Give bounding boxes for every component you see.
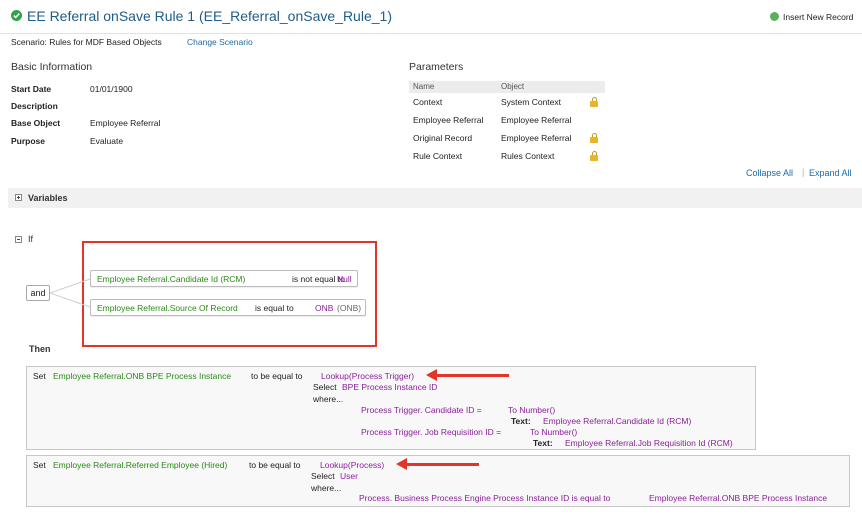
variables-bar[interactable] bbox=[8, 188, 862, 208]
set-field[interactable]: Employee Referral.Referred Employee (Hir… bbox=[53, 460, 227, 470]
highlight-box bbox=[82, 241, 377, 347]
to-number-function[interactable]: To Number() bbox=[508, 405, 555, 415]
condition-value[interactable]: Null bbox=[337, 274, 352, 284]
to-number-function[interactable]: To Number() bbox=[530, 427, 577, 437]
collapse-all-link[interactable]: Collapse All bbox=[746, 168, 793, 178]
set-operator[interactable]: to be equal to bbox=[249, 460, 301, 470]
condition-field[interactable]: Employee Referral.Candidate Id (RCM) bbox=[97, 274, 245, 284]
param-name: Context bbox=[413, 97, 443, 107]
where-keyword: where... bbox=[313, 394, 344, 404]
collapse-minus-icon[interactable] bbox=[15, 236, 22, 243]
condition-field[interactable]: Employee Referral.Source Of Record bbox=[97, 303, 238, 313]
base-object-value: Employee Referral bbox=[90, 118, 161, 128]
variables-label[interactable]: Variables bbox=[28, 193, 68, 203]
lock-icon bbox=[590, 151, 598, 161]
expand-plus-icon[interactable] bbox=[15, 194, 22, 201]
page-title: EE Referral onSave Rule 1 (EE_Referral_o… bbox=[27, 8, 392, 24]
red-arrow bbox=[436, 374, 509, 377]
purpose-label: Purpose bbox=[11, 136, 46, 146]
select-field[interactable]: BPE Process Instance ID bbox=[342, 382, 437, 392]
select-field[interactable]: User bbox=[340, 471, 358, 481]
param-name: Original Record bbox=[413, 133, 473, 143]
expand-all-link[interactable]: Expand All bbox=[809, 168, 852, 178]
condition-row[interactable]: Employee Referral.Source Of Record is eq… bbox=[90, 299, 366, 316]
then-label: Then bbox=[29, 344, 51, 354]
scenario-text: Scenario: Rules for MDF Based Objects bbox=[11, 37, 162, 47]
operator-and-button[interactable]: and bbox=[26, 285, 50, 301]
where-clause-right[interactable]: Employee Referral.ONB BPE Process Instan… bbox=[649, 493, 827, 503]
param-object: Rules Context bbox=[501, 151, 555, 161]
description-label: Description bbox=[11, 101, 58, 111]
param-object: Employee Referral bbox=[501, 115, 572, 125]
parameters-title: Parameters bbox=[409, 61, 464, 73]
param-name: Employee Referral bbox=[413, 115, 484, 125]
text-label: Text: bbox=[533, 438, 553, 448]
page-header: EE Referral onSave Rule 1 (EE_Referral_o… bbox=[0, 0, 862, 34]
start-date-label: Start Date bbox=[11, 84, 52, 94]
set-keyword: Set bbox=[33, 371, 46, 381]
where-clause-left[interactable]: Process. Business Process Engine Process… bbox=[359, 493, 610, 503]
param-object-header: Object bbox=[501, 82, 525, 91]
text-value[interactable]: Employee Referral.Job Requisition Id (RC… bbox=[565, 438, 733, 448]
select-keyword: Select bbox=[313, 382, 337, 392]
action-separator: | bbox=[802, 167, 805, 177]
purpose-value: Evaluate bbox=[90, 136, 124, 146]
base-object-label: Base Object bbox=[11, 118, 61, 128]
condition-row[interactable]: Employee Referral.Candidate Id (RCM) is … bbox=[90, 270, 358, 287]
if-label: If bbox=[28, 234, 34, 244]
check-circle-icon bbox=[11, 10, 22, 21]
where-keyword: where... bbox=[311, 483, 342, 493]
red-arrow-head bbox=[396, 458, 407, 470]
start-date-value: 01/01/1900 bbox=[90, 84, 133, 94]
and-connector bbox=[50, 278, 91, 308]
set-keyword: Set bbox=[33, 460, 46, 470]
param-object: System Context bbox=[501, 97, 561, 107]
condition-value[interactable]: ONB bbox=[315, 303, 333, 313]
param-name: Rule Context bbox=[413, 151, 463, 161]
param-name-header: Name bbox=[413, 82, 435, 91]
red-arrow bbox=[406, 463, 479, 466]
lock-icon bbox=[590, 133, 598, 143]
where-clause-left[interactable]: Process Trigger. Job Requisition ID = bbox=[361, 427, 501, 437]
lookup-function[interactable]: Lookup(Process Trigger) bbox=[321, 371, 414, 381]
text-value[interactable]: Employee Referral.Candidate Id (RCM) bbox=[543, 416, 691, 426]
text-label: Text: bbox=[511, 416, 531, 426]
change-scenario-link[interactable]: Change Scenario bbox=[187, 37, 253, 47]
insert-new-record-button[interactable]: Insert New Record bbox=[783, 12, 853, 22]
lock-icon bbox=[590, 97, 598, 107]
red-arrow-head bbox=[426, 369, 437, 381]
set-field[interactable]: Employee Referral.ONB BPE Process Instan… bbox=[53, 371, 231, 381]
condition-value-code: (ONB) bbox=[337, 303, 362, 313]
lookup-function[interactable]: Lookup(Process) bbox=[320, 460, 384, 470]
where-clause-left[interactable]: Process Trigger. Candidate ID = bbox=[361, 405, 482, 415]
param-object: Employee Referral bbox=[501, 133, 572, 143]
select-keyword: Select bbox=[311, 471, 335, 481]
set-operator[interactable]: to be equal to bbox=[251, 371, 303, 381]
insert-record-icon[interactable] bbox=[770, 12, 779, 21]
basic-information-title: Basic Information bbox=[11, 61, 93, 73]
condition-operator[interactable]: is equal to bbox=[255, 303, 294, 313]
